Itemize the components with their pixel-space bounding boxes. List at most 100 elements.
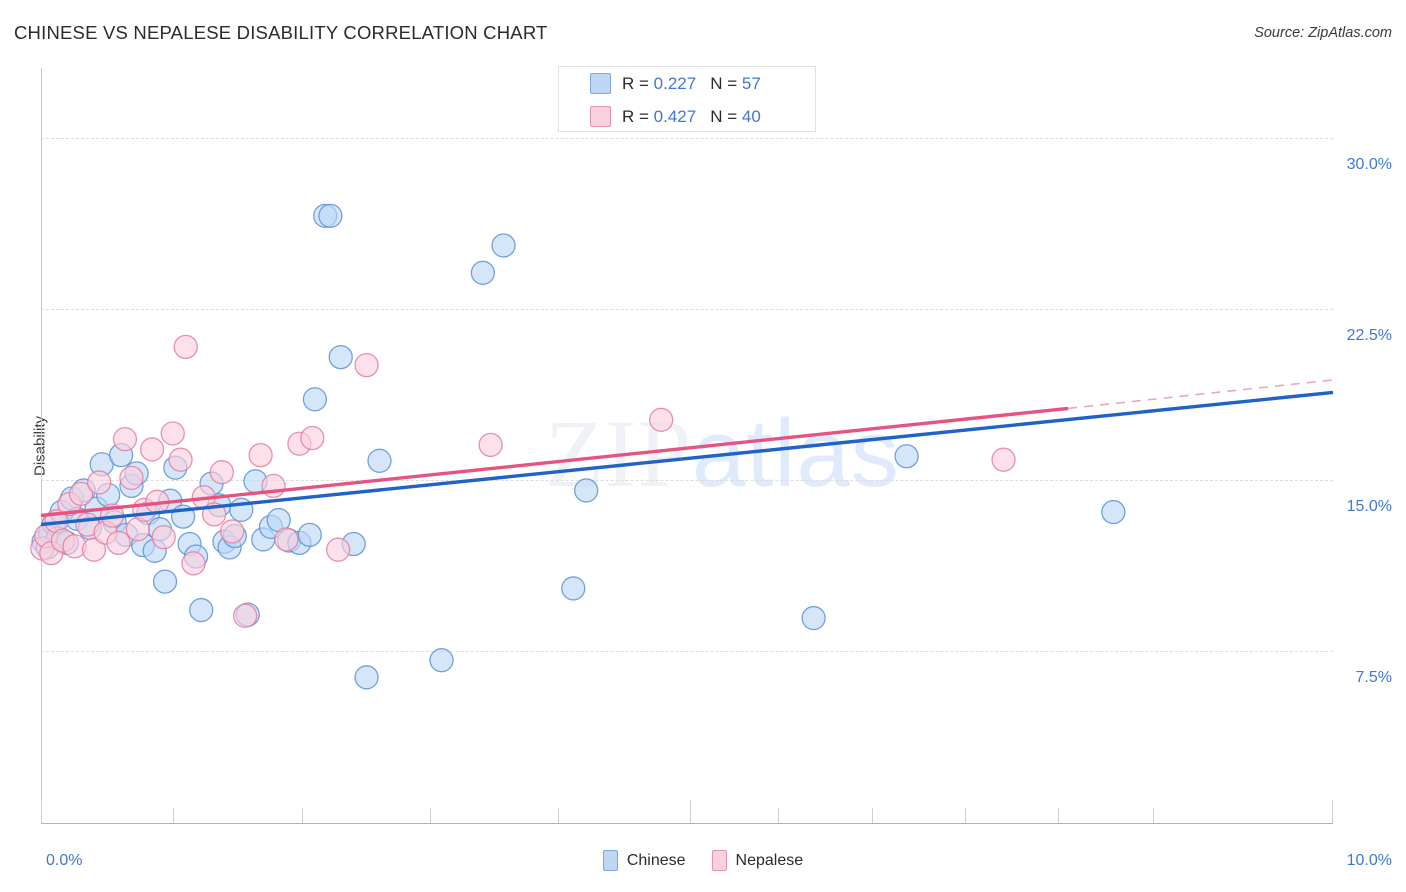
data-point — [41, 511, 67, 536]
legend-swatch-nepalese — [711, 850, 727, 871]
stats-row-chinese: R = 0.227 N = 57 — [559, 67, 815, 100]
data-point — [201, 502, 227, 527]
data-point — [235, 602, 260, 627]
n-value-chinese: 57 — [741, 73, 761, 93]
data-point — [54, 530, 79, 555]
data-point — [266, 507, 291, 533]
x-axis-tick — [1058, 808, 1059, 823]
data-point — [139, 437, 165, 462]
data-point — [68, 481, 94, 507]
x-axis-line — [41, 823, 1333, 824]
data-point — [50, 528, 76, 553]
data-point — [125, 517, 151, 542]
gridline — [41, 309, 1333, 311]
trend-line-extrapolated-nepalese — [1068, 379, 1334, 410]
x-axis-tick — [41, 800, 42, 823]
data-point — [354, 352, 379, 378]
data-point — [248, 442, 273, 468]
data-point — [429, 648, 454, 673]
watermark-atlas: atlas — [692, 400, 900, 507]
data-point — [649, 407, 674, 432]
data-point — [170, 504, 196, 529]
data-point — [222, 523, 247, 549]
stats-text-nepalese: R = 0.427 N = 40 — [622, 107, 761, 127]
data-point — [130, 532, 156, 558]
x-axis-tick — [1153, 808, 1154, 823]
data-point — [75, 512, 100, 537]
data-point — [147, 517, 173, 542]
data-point — [258, 514, 284, 540]
data-point — [243, 469, 268, 494]
data-point — [801, 605, 826, 631]
data-point — [181, 551, 206, 576]
data-point — [81, 537, 107, 562]
data-point — [318, 203, 343, 228]
r-value-nepalese: 0.427 — [653, 106, 697, 126]
data-point — [367, 448, 392, 473]
data-point — [49, 499, 74, 525]
data-point — [300, 425, 325, 451]
data-point — [39, 540, 64, 566]
r-value-chinese: 0.227 — [653, 73, 697, 93]
data-point — [163, 455, 188, 480]
data-point — [491, 233, 516, 258]
y-axis-tick-label: 7.5% — [1355, 669, 1392, 687]
data-point — [274, 527, 299, 552]
data-point — [328, 344, 353, 370]
data-point — [991, 447, 1016, 472]
y-axis-tick-label: 15.0% — [1346, 498, 1392, 516]
series-legend: Chinese Nepalese — [0, 850, 1406, 871]
data-point — [189, 597, 214, 623]
data-point — [62, 534, 87, 559]
x-axis-tick — [173, 808, 174, 823]
data-point — [261, 473, 286, 499]
data-point — [297, 522, 322, 548]
data-point — [217, 535, 242, 560]
data-point — [232, 603, 258, 628]
data-point — [119, 465, 144, 491]
x-axis-tick — [965, 808, 966, 823]
data-point — [152, 569, 178, 594]
legend-swatch-chinese — [602, 850, 618, 871]
data-point — [84, 496, 109, 521]
gridline — [41, 480, 1333, 482]
data-point — [77, 515, 103, 541]
data-point — [177, 531, 202, 557]
data-point — [30, 536, 55, 561]
x-axis-tick — [302, 808, 303, 823]
data-point — [65, 506, 90, 532]
r-label-nepalese: R = — [622, 106, 654, 126]
data-point — [89, 452, 114, 477]
gridline — [41, 138, 1333, 140]
legend-item-chinese[interactable]: Chinese — [602, 850, 686, 871]
legend-item-nepalese[interactable]: Nepalese — [711, 850, 803, 871]
data-point — [102, 510, 127, 535]
y-axis-tick-label: 30.0% — [1346, 156, 1392, 174]
data-point — [106, 530, 131, 555]
data-point — [142, 538, 167, 563]
data-point — [151, 525, 176, 550]
data-point — [158, 488, 183, 513]
data-point — [212, 529, 237, 554]
data-point — [173, 334, 198, 360]
n-label-nepalese: N = — [710, 106, 742, 126]
data-point — [276, 528, 302, 553]
scatter-plot-canvas — [30, 203, 1334, 690]
stats-row-nepalese: R = 0.427 N = 40 — [559, 100, 815, 133]
data-point — [326, 537, 351, 562]
data-point — [124, 461, 149, 486]
data-point — [99, 503, 125, 528]
y-axis-title: Disability — [31, 415, 49, 477]
data-point — [59, 486, 85, 511]
data-point — [1101, 499, 1126, 525]
page-title: CHINESE VS NEPALESE DISABILITY CORRELATI… — [14, 22, 548, 43]
r-label-chinese: R = — [622, 73, 654, 93]
correlation-stats-box: R = 0.227 N = 57 R = 0.427 N = 40 — [558, 66, 816, 132]
watermark-zip: ZIP — [545, 400, 692, 507]
x-axis-tick — [430, 808, 431, 823]
data-point — [287, 530, 312, 555]
data-point — [93, 520, 118, 545]
data-point — [220, 519, 245, 544]
data-point — [251, 527, 276, 552]
data-point — [71, 478, 96, 503]
